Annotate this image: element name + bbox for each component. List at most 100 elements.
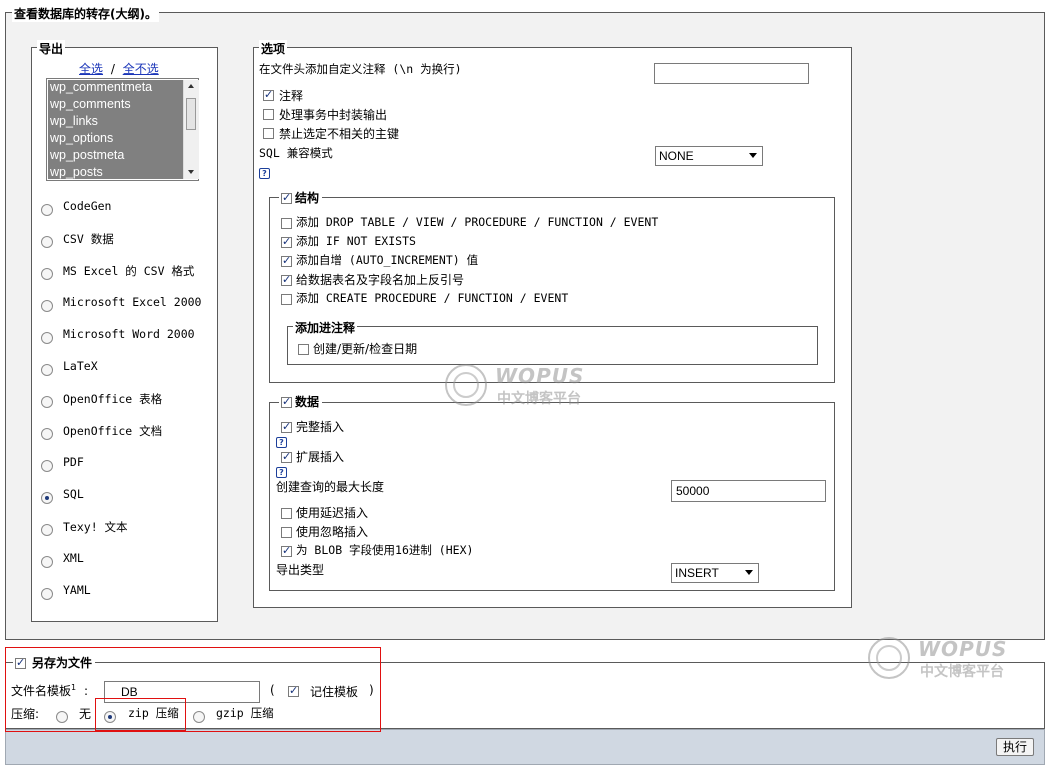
data-checkbox[interactable] [281, 395, 292, 408]
watermark-brand: WOPUS [495, 364, 585, 388]
compat-value: NONE [659, 149, 694, 163]
auto-increment-checkbox[interactable] [281, 254, 292, 267]
format-radio-ods[interactable] [41, 396, 53, 408]
format-label: YAML [63, 583, 91, 597]
format-label: Texy! 文本 [63, 520, 128, 534]
format-radio-excel[interactable] [41, 300, 53, 312]
format-label: SQL [63, 487, 84, 501]
help-icon[interactable]: ? [259, 168, 270, 179]
complete-inserts-label: 完整插入 [296, 420, 345, 434]
hex-blob-checkbox[interactable] [281, 544, 292, 557]
format-radio-csv-excel[interactable] [41, 268, 53, 280]
format-label: CSV 数据 [63, 232, 114, 246]
watermark-brand: WOPUS [918, 637, 1008, 661]
dates-checkbox[interactable] [298, 344, 309, 355]
format-radio-sql[interactable] [41, 492, 53, 504]
if-not-exists-checkbox[interactable] [281, 235, 292, 248]
data-legend: 数据 [295, 395, 320, 409]
comments-label: 注释 [279, 89, 304, 103]
structure-legend: 结构 [295, 191, 320, 205]
format-radio-word[interactable] [41, 332, 53, 344]
data-legend-box: 数据 [279, 393, 323, 410]
table-option[interactable]: wp_posts [50, 165, 103, 179]
hex-blob-label: 为 BLOB 字段使用16进制 (HEX) [296, 543, 474, 557]
complete-inserts-checkbox[interactable] [281, 420, 292, 433]
format-radio-pdf[interactable] [41, 460, 53, 472]
header-comment-input[interactable] [654, 63, 809, 84]
submit-bar [5, 729, 1045, 765]
select-separator: / [110, 62, 115, 76]
export-type-select[interactable]: INSERT [671, 563, 759, 583]
export-legend: 导出 [37, 40, 66, 57]
ignore-inserts-checkbox[interactable] [281, 527, 292, 538]
format-label: XML [63, 551, 84, 565]
drop-table-label: 添加 DROP TABLE / VIEW / PROCEDURE / FUNCT… [296, 215, 659, 229]
format-label: OpenOffice 文档 [63, 424, 163, 438]
extended-inserts-label: 扩展插入 [296, 450, 345, 464]
structure-checkbox[interactable] [281, 191, 292, 204]
max-query-label: 创建查询的最大长度 [276, 480, 385, 494]
options-legend: 选项 [259, 40, 288, 57]
go-button[interactable]: 执行 [996, 738, 1034, 756]
structure-legend-box: 结构 [279, 189, 323, 206]
transaction-label: 处理事务中封装输出 [279, 108, 388, 122]
select-none-link[interactable]: 全不选 [123, 62, 159, 76]
listbox-scrollbar[interactable] [183, 80, 199, 179]
wopus-logo-inner-icon [453, 372, 479, 398]
scroll-thumb[interactable] [186, 98, 196, 130]
drop-table-checkbox[interactable] [281, 218, 292, 229]
format-label: OpenOffice 表格 [63, 392, 163, 406]
format-label: LaTeX [63, 359, 98, 373]
table-option[interactable]: wp_commentmeta [50, 80, 152, 94]
create-procedure-checkbox[interactable] [281, 294, 292, 305]
table-option[interactable]: wp_options [50, 131, 113, 145]
table-option[interactable]: wp_comments [50, 97, 131, 111]
format-label: MS Excel 的 CSV 格式 [63, 264, 195, 278]
format-radio-odt[interactable] [41, 428, 53, 440]
format-radio-xml[interactable] [41, 556, 53, 568]
ignore-inserts-label: 使用忽略插入 [296, 525, 369, 539]
scroll-up-arrow[interactable] [188, 84, 194, 88]
chevron-down-icon [749, 153, 757, 158]
format-label: CodeGen [63, 199, 112, 213]
wopus-logo-inner-icon [876, 645, 902, 671]
wopus-watermark: WOPUS 中文博客平台 [445, 362, 605, 412]
format-radio-yaml[interactable] [41, 588, 53, 600]
delayed-inserts-label: 使用延迟插入 [296, 506, 369, 520]
extended-inserts-checkbox[interactable] [281, 450, 292, 463]
dates-label: 创建/更新/检查日期 [313, 342, 418, 356]
table-option[interactable]: wp_postmeta [50, 148, 124, 162]
scroll-down-arrow[interactable] [188, 170, 194, 174]
export-type-value: INSERT [675, 566, 719, 580]
delayed-inserts-checkbox[interactable] [281, 508, 292, 519]
format-label: Microsoft Word 2000 [63, 327, 195, 341]
dump-legend: 查看数据库的转存(大纲)。 [12, 5, 159, 22]
wopus-watermark: WOPUS 中文博客平台 [868, 635, 1028, 685]
disable-fk-checkbox[interactable] [263, 128, 274, 139]
comments-checkbox[interactable] [263, 88, 274, 101]
disable-fk-label: 禁止选定不相关的主键 [279, 127, 400, 141]
max-query-input[interactable] [671, 480, 826, 502]
table-option[interactable]: wp_links [50, 114, 98, 128]
header-comment-label: 在文件头添加自定义注释 (\n 为换行) [259, 62, 462, 76]
compat-select[interactable]: NONE [655, 146, 763, 166]
format-radio-latex[interactable] [41, 364, 53, 376]
export-type-label: 导出类型 [276, 563, 325, 577]
auto-increment-label: 添加自增 (AUTO_INCREMENT) 值 [296, 253, 479, 267]
format-radio-texy[interactable] [41, 524, 53, 536]
format-radio-codegen[interactable] [41, 204, 53, 216]
format-radio-csv[interactable] [41, 236, 53, 248]
create-procedure-label: 添加 CREATE PROCEDURE / FUNCTION / EVENT [296, 291, 569, 305]
watermark-subtitle: 中文博客平台 [497, 391, 581, 407]
select-all-group: 全选 / 全不选 [79, 60, 159, 77]
add-comments-legend: 添加进注释 [293, 319, 358, 336]
chevron-down-icon [745, 570, 753, 575]
highlight-zip-box [95, 698, 186, 731]
backquotes-checkbox[interactable] [281, 273, 292, 286]
help-icon[interactable]: ? [276, 467, 287, 478]
select-all-link[interactable]: 全选 [79, 62, 103, 76]
help-icon[interactable]: ? [276, 437, 287, 448]
transaction-checkbox[interactable] [263, 109, 274, 120]
backquotes-label: 给数据表名及字段名加上反引号 [296, 273, 465, 287]
format-label: Microsoft Excel 2000 [63, 295, 202, 309]
